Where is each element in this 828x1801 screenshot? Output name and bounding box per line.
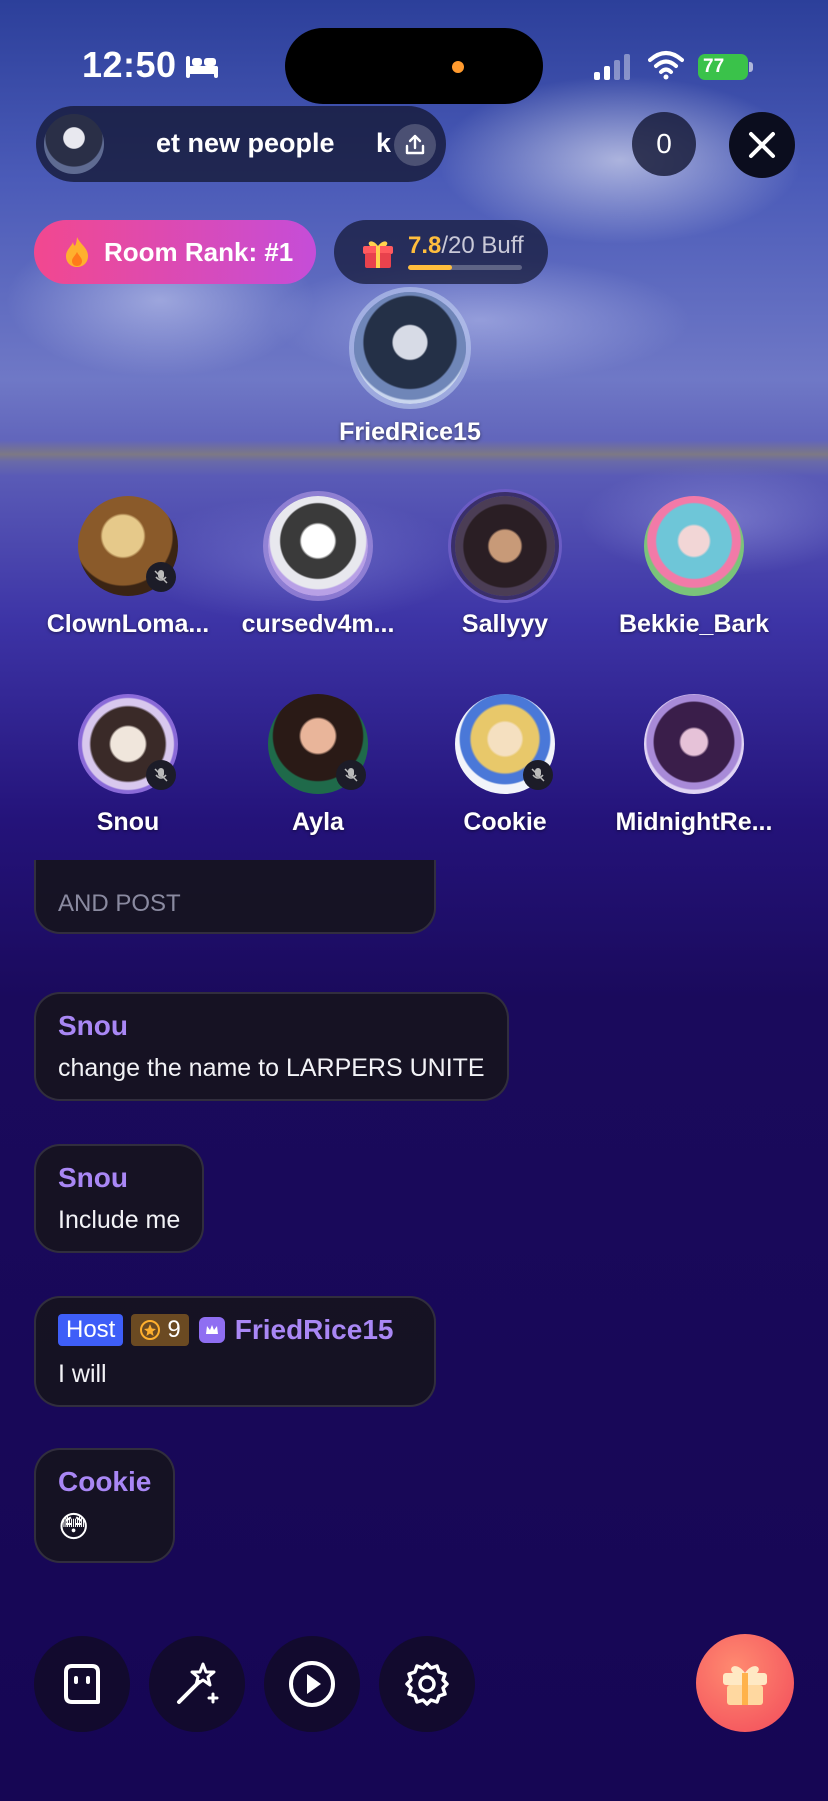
seat-4[interactable]: Bekkie_Bark [604, 496, 784, 639]
sleep-focus-icon [186, 56, 218, 78]
seat-8-name: MidnightRe... [615, 808, 773, 836]
seat-7[interactable]: Cookie [415, 694, 595, 837]
effects-button[interactable] [149, 1636, 245, 1732]
close-icon [749, 132, 775, 158]
send-gift-button[interactable] [696, 1634, 794, 1732]
crown-icon [198, 1317, 225, 1343]
mic-muted-icon [146, 760, 176, 790]
seat-8-avatar[interactable] [644, 694, 744, 794]
gift-icon [723, 1666, 767, 1705]
room-title-next: k [376, 128, 392, 158]
buff-value: 7.8 [408, 232, 442, 259]
seat-7-avatar[interactable] [455, 694, 555, 794]
play-button[interactable] [264, 1636, 360, 1732]
host-avatar[interactable] [354, 292, 466, 404]
seat-1-name: ClownLoma... [46, 610, 210, 638]
chat-sender[interactable]: Snou [58, 1010, 485, 1042]
magic-wand-icon [177, 1662, 219, 1704]
seat-3-name: Sallyyy [461, 610, 549, 638]
room-owner-avatar[interactable] [44, 114, 104, 174]
gift-buff-meter[interactable]: 7.8/20 Buff [334, 220, 548, 284]
settings-button[interactable] [379, 1636, 475, 1732]
host-seat[interactable]: FriedRice15 [320, 292, 500, 447]
battery-tip [749, 62, 753, 72]
seat-3-avatar[interactable] [455, 496, 555, 596]
seat-5[interactable]: Snou [38, 694, 218, 837]
status-clock: 12:50 [82, 44, 177, 85]
chat-face-icon [64, 1664, 100, 1704]
seat-6[interactable]: Ayla [228, 694, 408, 837]
cell-signal-icon [594, 54, 630, 80]
host-badge: Host [58, 1314, 124, 1346]
battery-indicator: 77 [698, 54, 754, 80]
play-icon [289, 1661, 335, 1707]
room-rank-badge[interactable]: Room Rank: #1 [34, 220, 316, 284]
level-number: 9 [167, 1316, 181, 1343]
chat-message-host: Host 9 FriedRice15 I will [34, 1296, 436, 1407]
settings-gear-icon [405, 1662, 449, 1706]
sender-badges: Host 9 FriedRice15 [58, 1314, 412, 1346]
chat-message-text: I will [58, 1360, 107, 1388]
host-name: FriedRice15 [339, 418, 481, 446]
chat-message: Snou change the name to LARPERS UNITE [34, 992, 509, 1101]
seat-7-name: Cookie [463, 808, 547, 836]
share-button[interactable] [394, 124, 436, 166]
buff-total: /20 Buff [441, 232, 524, 259]
dynamic-island [285, 28, 543, 104]
room-title: et new people [156, 128, 335, 158]
chat-message: Cookie 😳 [34, 1448, 176, 1563]
seat-8[interactable]: MidnightRe... [604, 694, 784, 837]
seat-4-name: Bekkie_Bark [618, 610, 770, 638]
chat-message-faded: AND POST [34, 860, 436, 934]
level-badge: 9 [131, 1314, 189, 1346]
status-bar: 12:50 77 [0, 0, 828, 110]
chat-message-text: Include me [58, 1206, 181, 1234]
level-star-icon [140, 1320, 161, 1340]
seat-6-name: Ayla [292, 808, 344, 836]
room-title-marquee: et new people k [120, 106, 400, 182]
share-icon [405, 134, 425, 155]
mic-muted-icon [146, 562, 176, 592]
mic-muted-icon [336, 760, 366, 790]
chat-button[interactable] [34, 1636, 130, 1732]
seat-2-name: cursedv4m... [241, 610, 395, 638]
buff-text: 7.8/20 Buff [408, 232, 524, 260]
gift-box-icon [363, 241, 393, 268]
battery-level: 77 [698, 54, 748, 80]
flame-icon [66, 237, 88, 267]
chat-message-text: change the name to LARPERS UNITE [58, 1054, 485, 1082]
mic-muted-icon [523, 760, 553, 790]
seat-3[interactable]: Sallyyy [415, 496, 595, 639]
seat-1-avatar[interactable] [78, 496, 178, 596]
chat-sender[interactable]: FriedRice15 [235, 1314, 394, 1346]
chat-sender[interactable]: Cookie [58, 1466, 151, 1498]
chat-message: Snou Include me [34, 1144, 205, 1253]
listener-count[interactable]: 0 [632, 112, 696, 176]
chat-message-text: AND POST [58, 890, 181, 917]
privacy-indicator-dot [452, 61, 464, 73]
chat-message-emoji: 😳 [58, 1511, 90, 1544]
room-rank-label: Room Rank: #1 [104, 236, 294, 267]
close-room-button[interactable] [729, 112, 795, 178]
chat-feed[interactable]: AND POST Snou change the name to LARPERS… [34, 860, 554, 1600]
seat-1[interactable]: ClownLoma... [38, 496, 218, 639]
buff-progress-bar [408, 265, 522, 270]
seat-2-avatar[interactable] [268, 496, 368, 596]
seat-5-name: Snou [96, 808, 160, 836]
buff-progress-fill [408, 265, 453, 270]
seat-4-avatar[interactable] [644, 496, 744, 596]
seat-5-avatar[interactable] [78, 694, 178, 794]
wifi-icon [648, 51, 684, 80]
seat-6-avatar[interactable] [268, 694, 368, 794]
seat-2[interactable]: cursedv4m... [228, 496, 408, 639]
chat-sender[interactable]: Snou [58, 1162, 180, 1194]
room-info-pill[interactable]: et new people k [36, 106, 446, 182]
